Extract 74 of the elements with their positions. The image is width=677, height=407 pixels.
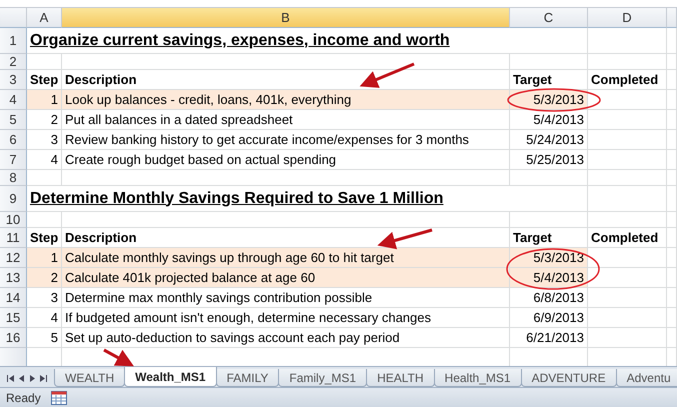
sheet-tab[interactable]: Health_MS1 bbox=[434, 369, 522, 387]
column-header[interactable]: C bbox=[510, 8, 588, 28]
target-date: 5/3/2013 bbox=[533, 92, 584, 107]
column-label: Step bbox=[30, 72, 58, 87]
column-label: Target bbox=[513, 230, 552, 245]
target-date: 5/3/2013 bbox=[533, 250, 584, 265]
section-title: Determine Monthly Savings Required to Save 1 Million bbox=[30, 190, 444, 208]
step-number: 2 bbox=[50, 112, 58, 127]
step-number: 3 bbox=[50, 290, 58, 305]
target-date: 6/9/2013 bbox=[533, 310, 584, 325]
column-label: Completed bbox=[591, 72, 658, 87]
row-number[interactable]: 10 bbox=[0, 212, 27, 228]
annotation-arrow bbox=[377, 228, 432, 250]
column-label: Completed bbox=[591, 230, 658, 245]
select-all-corner[interactable] bbox=[0, 8, 27, 28]
row-number[interactable]: 2 bbox=[0, 54, 27, 70]
column-label: Target bbox=[513, 72, 552, 87]
sheet-tab[interactable]: Adventu bbox=[616, 369, 677, 387]
step-description: If budgeted amount isn't enough, determine necessary changes bbox=[65, 310, 431, 325]
status-text: Ready bbox=[6, 390, 41, 404]
step-description: Review banking history to get accurate income/expenses for 3 months bbox=[65, 132, 469, 147]
row-number[interactable]: 4 bbox=[0, 90, 27, 110]
step-description: Create rough budget based on actual spending bbox=[65, 152, 336, 167]
step-description: Calculate 401k projected balance at age 60 bbox=[65, 270, 316, 285]
nav-arrow-icon[interactable] bbox=[39, 374, 48, 383]
row-number[interactable]: 9 bbox=[0, 186, 27, 212]
row-number[interactable]: 13 bbox=[0, 268, 27, 288]
step-number: 5 bbox=[50, 330, 58, 345]
column-label: Step bbox=[30, 230, 58, 245]
step-number: 4 bbox=[50, 310, 58, 325]
step-description: Put all balances in a dated spreadsheet bbox=[65, 112, 293, 127]
sheet-tab[interactable]: WEALTH bbox=[54, 369, 126, 387]
step-number: 1 bbox=[50, 92, 58, 107]
row-number[interactable]: 6 bbox=[0, 130, 27, 150]
normal-view-icon[interactable] bbox=[50, 390, 67, 404]
column-label: Description bbox=[65, 230, 137, 245]
target-date: 5/4/2013 bbox=[533, 270, 584, 285]
column-header[interactable]: A bbox=[27, 8, 62, 28]
row-header[interactable] bbox=[0, 348, 27, 366]
row-number[interactable]: 15 bbox=[0, 308, 27, 328]
step-description: Calculate monthly savings up through age 60 to hit target bbox=[65, 250, 394, 265]
step-number: 2 bbox=[50, 270, 58, 285]
step-number: 4 bbox=[50, 152, 58, 167]
section-title: Organize current savings, expenses, income and worth bbox=[30, 32, 450, 50]
row-number[interactable]: 14 bbox=[0, 288, 27, 308]
column-label: Description bbox=[65, 72, 137, 87]
target-date: 6/8/2013 bbox=[533, 290, 584, 305]
row-number[interactable]: 3 bbox=[0, 70, 27, 90]
target-date: 5/25/2013 bbox=[526, 152, 584, 167]
column-header[interactable]: D bbox=[588, 8, 667, 28]
step-description: Look up balances - credit, loans, 401k, everything bbox=[65, 92, 352, 107]
annotation-arrow bbox=[360, 62, 415, 88]
row-number[interactable]: 1 bbox=[0, 28, 27, 54]
target-date: 5/4/2013 bbox=[533, 112, 584, 127]
step-description: Determine max monthly savings contribution possible bbox=[65, 290, 372, 305]
column-header[interactable]: B bbox=[62, 8, 510, 28]
row-number[interactable]: 7 bbox=[0, 150, 27, 170]
row-number[interactable]: 16 bbox=[0, 328, 27, 348]
annotation-arrow bbox=[103, 348, 134, 366]
step-number: 3 bbox=[50, 132, 58, 147]
step-description: Set up auto-deduction to savings account each pay period bbox=[65, 330, 400, 345]
row-number[interactable]: 5 bbox=[0, 110, 27, 130]
sheet-tab[interactable]: HEALTH bbox=[366, 369, 435, 387]
sheet-tab[interactable]: ADVENTURE bbox=[520, 369, 617, 387]
target-date: 5/24/2013 bbox=[526, 132, 584, 147]
step-number: 1 bbox=[50, 250, 58, 265]
sheet-tab[interactable]: Wealth_MS1 bbox=[124, 367, 217, 387]
sheet-tab[interactable]: Family_MS1 bbox=[278, 369, 368, 387]
target-date: 6/21/2013 bbox=[526, 330, 584, 345]
row-number[interactable]: 8 bbox=[0, 170, 27, 186]
row-number[interactable]: 11 bbox=[0, 228, 27, 248]
sheet-tab[interactable]: FAMILY bbox=[216, 369, 280, 387]
nav-arrow-icon[interactable] bbox=[6, 374, 15, 383]
row-number[interactable]: 12 bbox=[0, 248, 27, 268]
